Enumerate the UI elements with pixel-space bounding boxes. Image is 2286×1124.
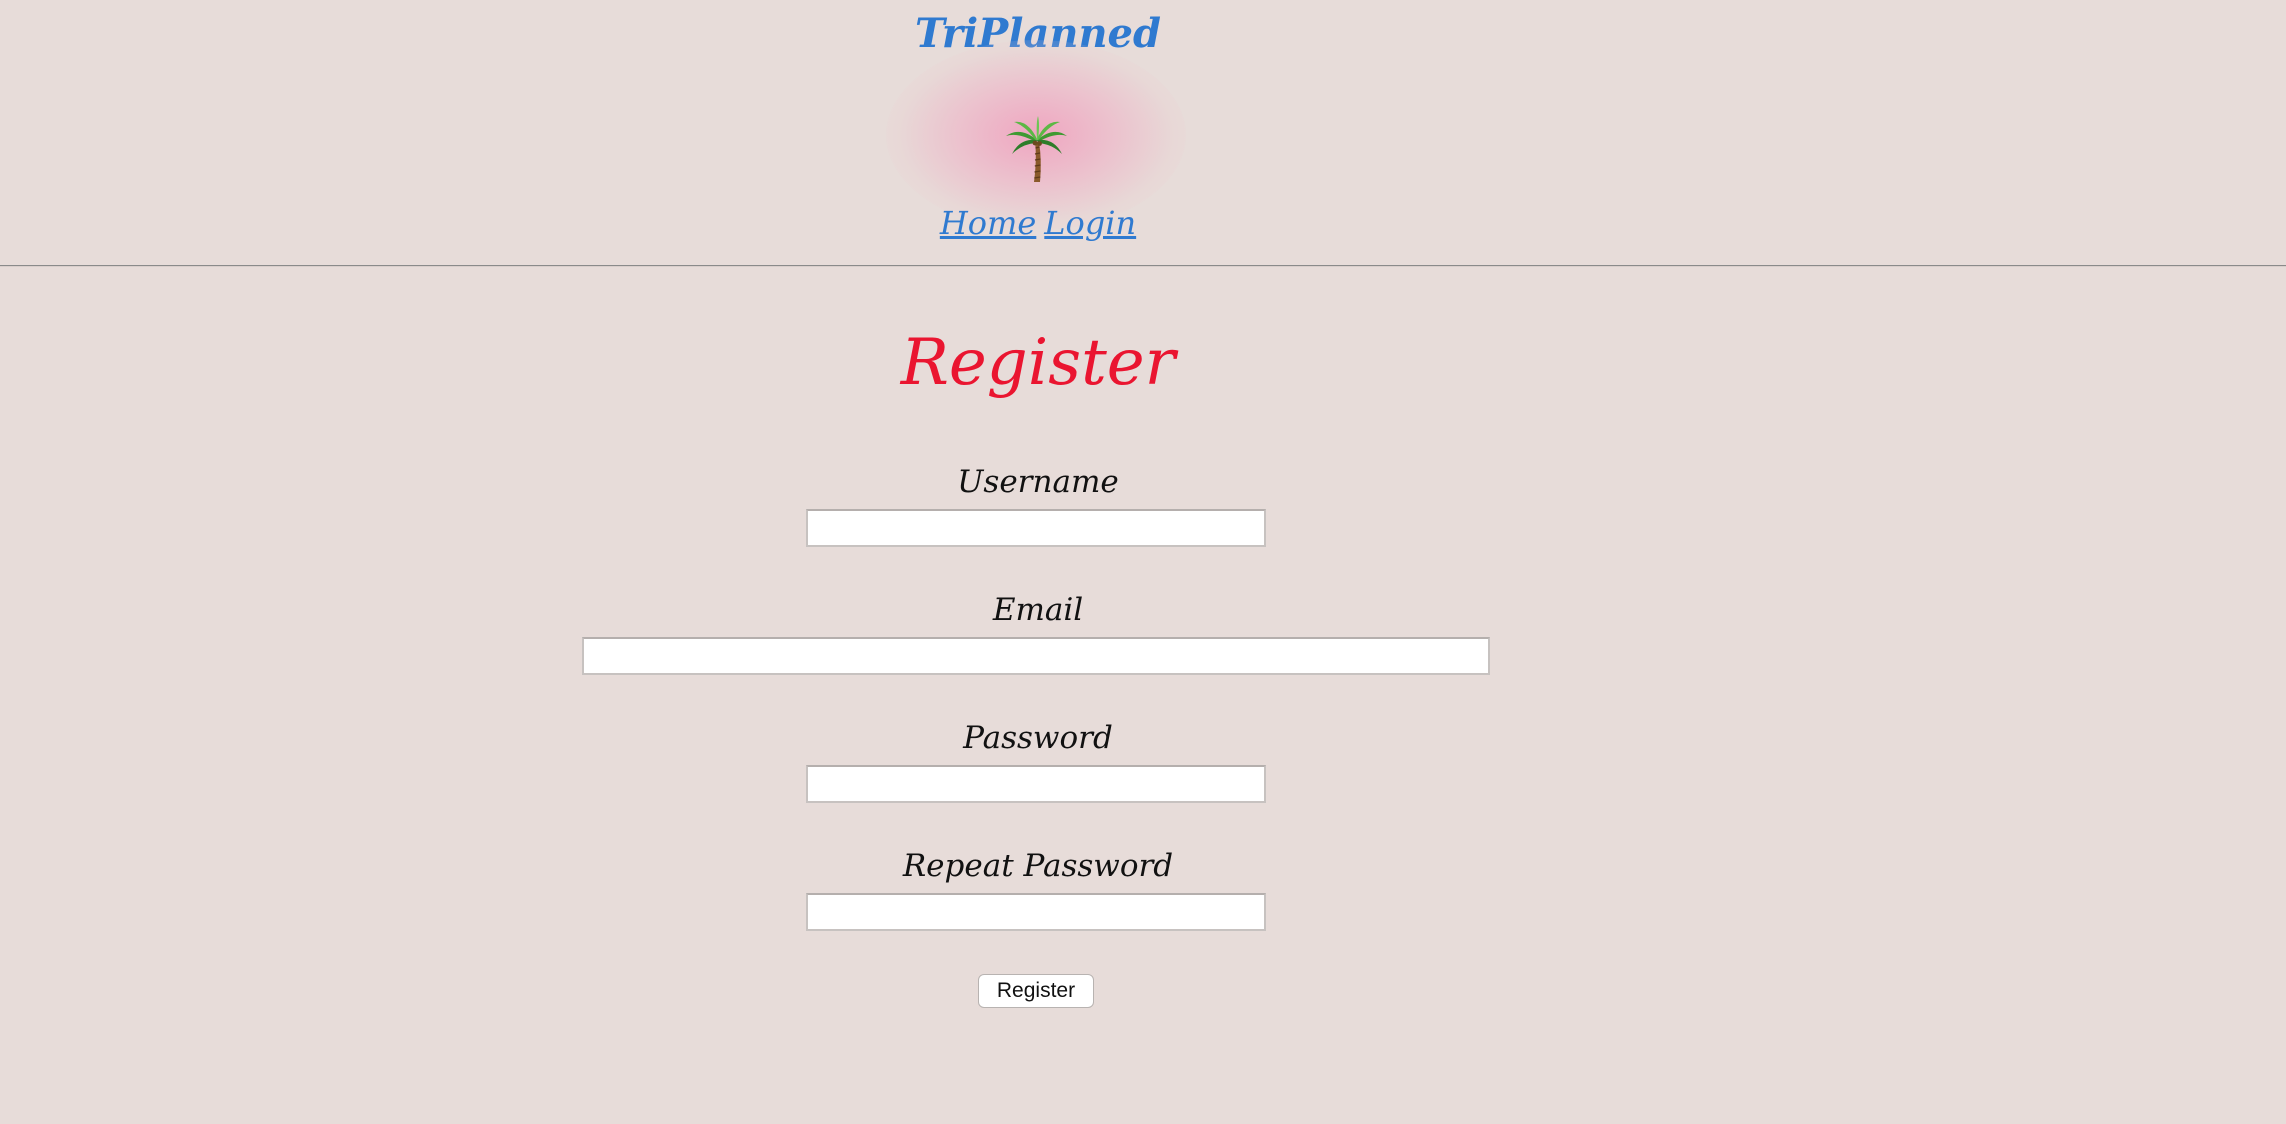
password-input[interactable] xyxy=(806,765,1266,803)
header-divider xyxy=(0,265,2286,267)
nav-home-link[interactable]: Home xyxy=(940,204,1036,242)
nav-login-link[interactable]: Login xyxy=(1044,204,1136,242)
username-input[interactable] xyxy=(806,509,1266,547)
main-nav: Home Login xyxy=(0,198,2076,248)
register-button[interactable]: Register xyxy=(978,974,1094,1008)
page-title: Register xyxy=(900,326,1176,400)
email-label: Email xyxy=(992,592,1084,628)
email-input[interactable] xyxy=(582,637,1490,675)
repeat-password-label: Repeat Password xyxy=(902,848,1174,884)
username-label: Username xyxy=(957,464,1119,500)
repeat-password-input[interactable] xyxy=(806,893,1266,931)
password-label: Password xyxy=(963,720,1113,756)
palm-tree-icon xyxy=(1006,116,1067,182)
site-header: TriPlanned Home Login xyxy=(0,0,2286,266)
